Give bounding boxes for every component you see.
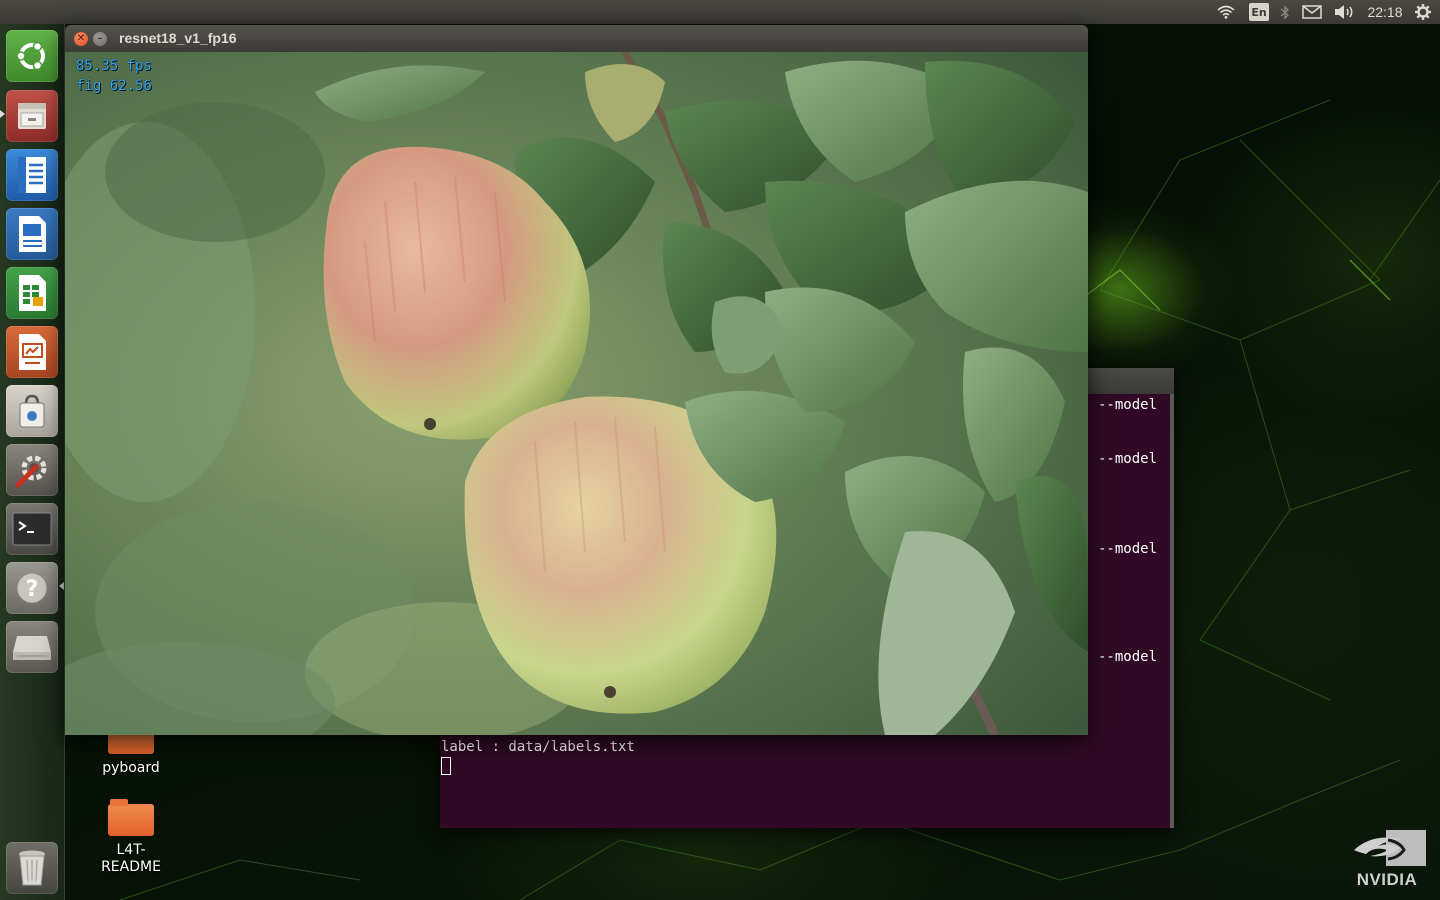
drive-icon[interactable]: [6, 621, 58, 673]
terminal-line-label: label : data/labels.txt: [441, 739, 635, 755]
image-window-titlebar[interactable]: ✕ – resnet18_v1_fp16: [65, 25, 1088, 52]
launcher: ?: [0, 24, 65, 900]
top-panel: En 22:18: [0, 0, 1440, 24]
terminal-icon[interactable]: [6, 503, 58, 555]
nvidia-logo: NVIDIA: [1344, 828, 1430, 892]
gear-wrench-icon[interactable]: [6, 444, 58, 496]
desktop-icon-label: pyboard: [102, 760, 160, 776]
desktop-icon-label: L4T- README: [101, 842, 161, 875]
terminal-scrollbar[interactable]: [1170, 394, 1174, 828]
keyboard-language-indicator[interactable]: En: [1249, 3, 1269, 21]
terminal-line-model: --model: [1098, 397, 1158, 413]
window-title: resnet18_v1_fp16: [119, 30, 237, 46]
settings-gear-icon[interactable]: [1412, 0, 1434, 24]
question-mark-icon[interactable]: ?: [6, 562, 58, 614]
folder-icon: [108, 799, 154, 836]
terminal-line-model: --model: [1098, 649, 1158, 665]
minimize-icon: –: [97, 33, 103, 44]
inference-image: 85.35 fps fig 62.56: [65, 52, 1088, 735]
close-button[interactable]: ✕: [74, 32, 88, 46]
spreadsheet-icon[interactable]: [6, 267, 58, 319]
terminal-line-model: --model: [1098, 541, 1158, 557]
terminal-cursor: [441, 757, 451, 775]
volume-icon[interactable]: [1332, 0, 1358, 24]
presentation-icon[interactable]: [6, 326, 58, 378]
minimize-button[interactable]: –: [93, 32, 107, 46]
desktop-folder-l4t-readme[interactable]: L4T- README: [81, 799, 181, 876]
classification-overlay: fig 62.56: [76, 78, 152, 94]
clock[interactable]: 22:18: [1364, 0, 1406, 24]
focused-indicator: [59, 582, 64, 590]
file-cabinet-icon[interactable]: [6, 90, 58, 142]
wifi-icon[interactable]: [1214, 0, 1238, 24]
nvidia-eye-icon: [1354, 830, 1426, 866]
terminal-line-model: --model: [1098, 451, 1158, 467]
text-document-icon[interactable]: [6, 149, 58, 201]
running-indicator: [0, 110, 5, 118]
close-icon: ✕: [76, 33, 86, 44]
bluetooth-icon[interactable]: [1277, 0, 1293, 24]
shopping-bag-icon[interactable]: [6, 385, 58, 437]
fps-overlay: 85.35 fps: [76, 58, 152, 74]
apple-photo: [65, 52, 1088, 735]
trash-icon[interactable]: [6, 842, 58, 894]
svg-text:?: ?: [26, 577, 39, 602]
mail-icon[interactable]: [1300, 0, 1324, 24]
ubuntu-logo-icon[interactable]: [6, 30, 58, 82]
image-display-window[interactable]: ✕ – resnet18_v1_fp16 85.35 fps fig 62.56: [65, 25, 1088, 735]
nvidia-wordmark: NVIDIA: [1356, 870, 1418, 889]
writer-document-icon[interactable]: [6, 208, 58, 260]
